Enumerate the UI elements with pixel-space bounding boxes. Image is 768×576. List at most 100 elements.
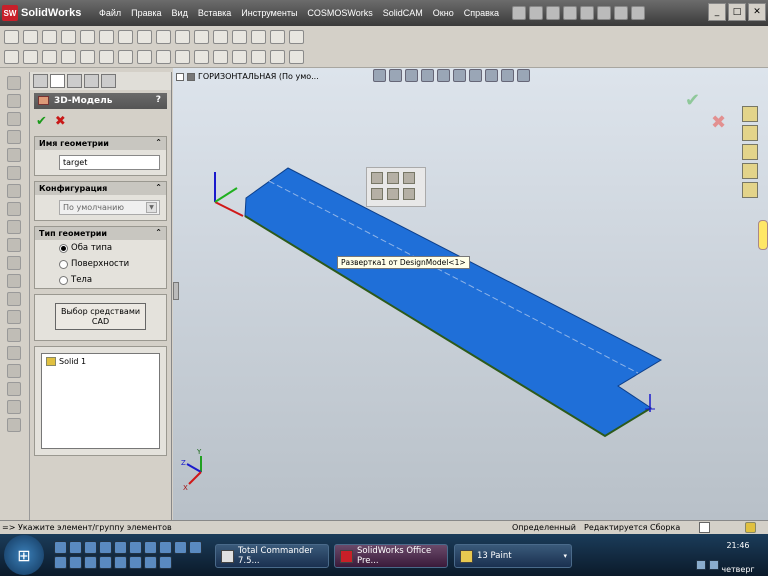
design-library-icon[interactable] [742, 125, 758, 141]
new-document-icon[interactable] [529, 6, 544, 20]
app-icon[interactable] [54, 556, 67, 569]
rib-icon[interactable] [7, 256, 21, 270]
app-icon[interactable] [144, 556, 157, 569]
appearances-icon[interactable] [742, 182, 758, 198]
help-button[interactable]: ? [156, 95, 161, 105]
scale-icon[interactable] [61, 49, 76, 64]
menu-help[interactable]: Справка [459, 8, 504, 18]
selection-list[interactable]: Solid 1 [41, 353, 160, 449]
fillet-feature-icon[interactable] [7, 220, 21, 234]
geometry-type-header[interactable]: Тип геометрии ⌃ [35, 227, 166, 240]
cut-extrude-icon[interactable] [7, 148, 21, 162]
cad-select-button[interactable]: Выбор средствами CAD [55, 303, 146, 330]
task-paint[interactable]: 13 Paint ▾ [454, 544, 572, 568]
cut-loft-icon[interactable] [7, 202, 21, 216]
linear-pattern-icon[interactable] [7, 328, 21, 342]
geometry-name-header[interactable]: Имя геометрии ⌃ [35, 137, 166, 150]
confirm-corner-cancel[interactable]: ✖ [711, 112, 726, 133]
centerline-icon[interactable] [118, 49, 133, 64]
property-manager-tab-icon[interactable] [50, 74, 65, 88]
options-icon[interactable] [270, 49, 285, 64]
units-icon[interactable] [745, 522, 756, 533]
shell-icon[interactable] [7, 274, 21, 288]
volume-icon[interactable] [709, 560, 719, 570]
app-icon[interactable] [159, 556, 172, 569]
explorer-icon[interactable] [69, 541, 82, 554]
arc-icon[interactable] [99, 29, 114, 44]
chevron-down-icon[interactable]: ▾ [563, 552, 567, 560]
minimize-button[interactable]: _ [708, 3, 726, 21]
chevron-down-icon[interactable]: ▼ [146, 202, 157, 213]
graphics-area[interactable]: ГОРИЗОНТАЛЬНАЯ (По умо... Y Z X Развертк… [173, 68, 768, 520]
edit-sketch-icon[interactable] [387, 172, 399, 184]
rebuild-status-icon[interactable] [699, 522, 710, 533]
circle-icon[interactable] [80, 29, 95, 44]
app-logo[interactable]: SW SolidWorks [2, 2, 94, 24]
collapse-chevron-icon[interactable]: ⌃ [155, 183, 162, 192]
radio-both-types[interactable]: Оба типа [35, 240, 166, 256]
text-icon[interactable] [137, 49, 152, 64]
feature-manager-tab-icon[interactable] [33, 74, 48, 88]
chamfer-feature-icon[interactable] [7, 238, 21, 252]
loft-icon[interactable] [7, 130, 21, 144]
browser-icon[interactable] [84, 541, 97, 554]
rectangle-icon[interactable] [61, 29, 76, 44]
dome-icon[interactable] [7, 382, 21, 396]
rebuild-icon[interactable] [631, 6, 646, 20]
system-clock[interactable]: 21:46 четверг [710, 540, 766, 576]
app-icon[interactable] [99, 556, 112, 569]
menu-file[interactable]: Файл [94, 8, 126, 18]
menu-view[interactable]: Вид [167, 8, 193, 18]
draft-icon[interactable] [7, 292, 21, 306]
polygon-icon[interactable] [118, 29, 133, 44]
zoom-icon[interactable] [387, 188, 399, 200]
home-icon[interactable] [742, 106, 758, 122]
network-icon[interactable] [696, 560, 706, 570]
plane-icon[interactable] [156, 49, 171, 64]
chamfer-icon[interactable] [194, 29, 209, 44]
app-icon[interactable] [84, 556, 97, 569]
smart-dimension-icon[interactable] [23, 29, 38, 44]
pin-icon[interactable] [512, 6, 527, 20]
close-button[interactable]: ✕ [748, 3, 766, 21]
task-total-commander[interactable]: Total Commander 7.5... [215, 544, 329, 568]
show-desktop-icon[interactable] [54, 541, 67, 554]
grid-icon[interactable] [213, 49, 228, 64]
collapse-chevron-icon[interactable]: ⌃ [155, 138, 162, 147]
menu-tools[interactable]: Инструменты [236, 8, 302, 18]
flat-pattern-body[interactable] [244, 167, 663, 437]
save-icon[interactable] [563, 6, 578, 20]
radio-surfaces[interactable]: Поверхности [35, 256, 166, 272]
list-item[interactable]: Solid 1 [46, 357, 155, 366]
mirror-feature-icon[interactable] [7, 364, 21, 378]
pattern-icon[interactable] [80, 49, 95, 64]
app-icon[interactable] [189, 541, 202, 554]
dropdown-icon[interactable] [289, 49, 304, 64]
start-button[interactable]: ⊞ [4, 535, 44, 575]
app-icon[interactable] [159, 541, 172, 554]
radio-dot[interactable] [59, 275, 68, 285]
fillet-icon[interactable] [175, 29, 190, 44]
menu-cosmosworks[interactable]: COSMOSWorks [302, 8, 377, 18]
line-icon[interactable] [42, 29, 57, 44]
revolve-icon[interactable] [7, 94, 21, 108]
relation-icon[interactable] [175, 49, 190, 64]
task-solidworks[interactable]: SolidWorks Office Pre... [334, 544, 448, 568]
geometry-name-input[interactable]: target [59, 155, 160, 170]
menu-edit[interactable]: Правка [126, 8, 166, 18]
radio-dot[interactable] [59, 243, 68, 253]
sweep-icon[interactable] [7, 112, 21, 126]
radio-dot[interactable] [59, 259, 68, 269]
zoom-selection-icon[interactable] [371, 188, 383, 200]
edit-feature-icon[interactable] [371, 172, 383, 184]
maximize-button[interactable]: □ [728, 3, 746, 21]
extend-icon[interactable] [270, 29, 285, 44]
suppress-icon[interactable] [403, 172, 415, 184]
configuration-header[interactable]: Конфигурация ⌃ [35, 182, 166, 195]
cancel-button[interactable]: ✖ [55, 114, 66, 129]
task-pane-handle[interactable] [758, 220, 768, 250]
trim-icon[interactable] [251, 29, 266, 44]
app-icon[interactable] [114, 541, 127, 554]
radio-solids[interactable]: Тела [35, 272, 166, 288]
app-icon[interactable] [129, 556, 142, 569]
